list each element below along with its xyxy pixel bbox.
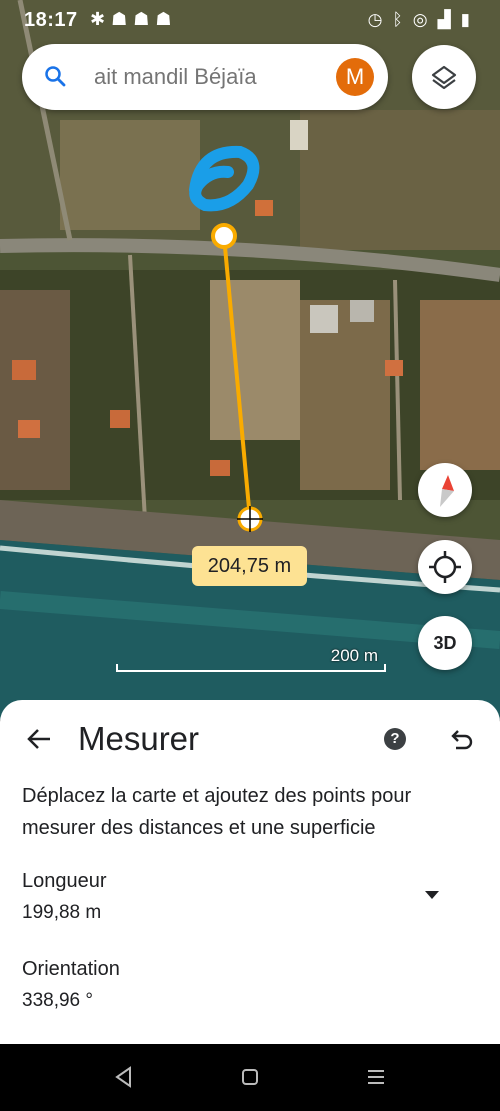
- page-title: Mesurer: [78, 720, 200, 757]
- system-icons: ◷ ᛒ ◎ ▟ ▮: [368, 10, 470, 30]
- help-icon[interactable]: ?: [384, 728, 406, 750]
- distance-label: 204,75 m: [192, 546, 307, 586]
- bluetooth-icon: ᛒ: [392, 10, 403, 29]
- length-value: 199,88 m: [22, 902, 102, 923]
- settings-icon: ✱: [90, 9, 106, 29]
- layers-icon: [431, 65, 457, 90]
- 3d-button[interactable]: 3D: [418, 616, 472, 670]
- orientation-label: Orientation: [22, 958, 120, 980]
- back-arrow-icon[interactable]: [26, 726, 52, 752]
- measure-sheet: Mesurer ? Déplacez la carte et ajoutez d…: [0, 700, 500, 1044]
- my-location-button[interactable]: [418, 540, 472, 594]
- snapchat-icon: ☗: [111, 9, 128, 29]
- notification-icons: ✱ ☗ ☗ ☗: [90, 9, 172, 30]
- compass-button[interactable]: [418, 463, 472, 517]
- my-location-icon: [429, 551, 461, 583]
- search-query[interactable]: ait mandil Béjaïa: [94, 64, 257, 90]
- layers-button[interactable]: [412, 45, 476, 109]
- status-bar: 18:17 ✱ ☗ ☗ ☗ ◷ ᛒ ◎ ▟ ▮: [0, 0, 500, 44]
- back-nav-icon[interactable]: [114, 1066, 134, 1088]
- hotspot-icon: ◎: [412, 10, 428, 29]
- length-label: Longueur: [22, 870, 107, 892]
- snapchat-icon: ☗: [155, 9, 172, 29]
- alarm-icon: ◷: [367, 10, 383, 29]
- signal-icon: ▟: [437, 10, 451, 29]
- instructions-text: Déplacez la carte et ajoutez des points …: [22, 785, 412, 839]
- orientation-value: 338,96 °: [22, 990, 93, 1011]
- system-nav-bar: [0, 1044, 500, 1111]
- search-bar[interactable]: ait mandil Béjaïa M: [22, 44, 388, 110]
- scale-bar: 200 m: [116, 646, 386, 672]
- snapchat-icon: ☗: [133, 9, 150, 29]
- recents-nav-icon[interactable]: [365, 1066, 387, 1088]
- compass-icon: [440, 475, 454, 507]
- scale-label: 200 m: [330, 646, 378, 665]
- search-icon: [45, 66, 66, 87]
- account-avatar[interactable]: M: [336, 58, 374, 96]
- battery-icon: ▮: [460, 10, 470, 29]
- home-nav-icon[interactable]: [240, 1066, 260, 1088]
- undo-icon[interactable]: [448, 728, 474, 752]
- status-time: 18:17: [24, 9, 78, 31]
- dropdown-arrow-icon[interactable]: [424, 890, 440, 900]
